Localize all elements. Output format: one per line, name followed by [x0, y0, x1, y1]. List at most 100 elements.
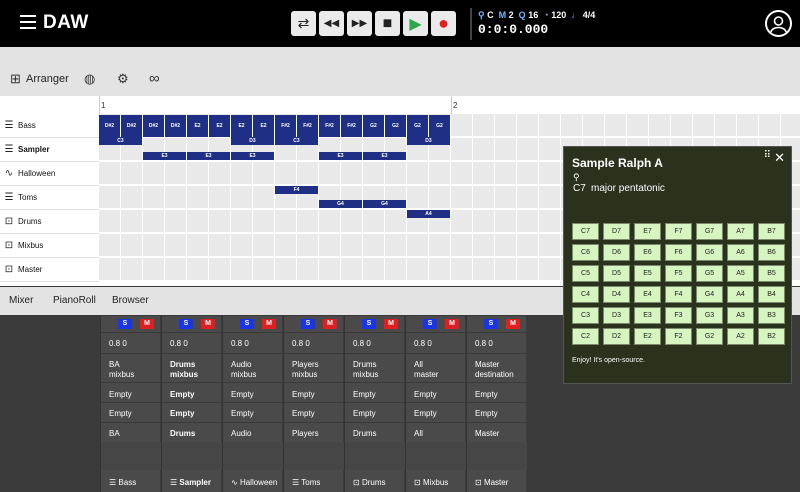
sample-pad[interactable]: A4 [727, 286, 754, 303]
mute-button[interactable]: M [201, 319, 215, 329]
route-label[interactable]: BA [109, 429, 120, 438]
grid-cell[interactable] [539, 114, 560, 136]
sample-pad[interactable]: B5 [758, 265, 785, 282]
grid-cell[interactable] [231, 162, 252, 184]
note-block[interactable]: E3 [187, 152, 230, 160]
sample-pad[interactable]: D7 [603, 223, 630, 240]
grid-cell[interactable] [363, 210, 384, 232]
sample-scale[interactable]: major pentatonic [591, 183, 665, 194]
grid-cell[interactable] [517, 210, 538, 232]
solo-button[interactable]: S [179, 319, 193, 329]
solo-button[interactable]: S [423, 319, 437, 329]
grid-cell[interactable] [517, 138, 538, 160]
grid-cell[interactable] [539, 258, 560, 280]
insert-slot[interactable]: Empty [109, 390, 132, 399]
grid-cell[interactable] [781, 114, 800, 136]
note-block[interactable]: E3 [363, 152, 406, 160]
send-label[interactable]: Master [475, 360, 499, 369]
grid-cell[interactable] [407, 186, 428, 208]
note-block[interactable]: A4 [407, 210, 450, 218]
grid-cell[interactable] [539, 186, 560, 208]
time-signature-value[interactable]: 4/4 [583, 10, 596, 20]
sample-pad[interactable]: G7 [696, 223, 723, 240]
tempo-value[interactable]: 120 [551, 10, 566, 20]
sample-pad[interactable]: C2 [572, 328, 599, 345]
tab-browser[interactable]: Browser [112, 295, 149, 306]
note-block[interactable]: E2 [209, 115, 230, 137]
strip-name[interactable]: ⊡ Master [475, 478, 508, 487]
grid-cell[interactable] [319, 258, 340, 280]
grid-cell[interactable] [363, 258, 384, 280]
strip-name[interactable]: ☰ Bass [109, 478, 136, 487]
insert-slot[interactable]: Empty [292, 409, 315, 418]
sample-pad[interactable]: B3 [758, 307, 785, 324]
grid-cell[interactable] [583, 114, 604, 136]
grid-cell[interactable] [209, 162, 230, 184]
grid-cell[interactable] [99, 234, 120, 256]
strip-name[interactable]: ⊡ Drums [353, 478, 386, 487]
grid-cell[interactable] [341, 162, 362, 184]
grid-cell[interactable] [341, 258, 362, 280]
grid-cell[interactable] [99, 186, 120, 208]
solo-button[interactable]: S [301, 319, 315, 329]
sample-pad[interactable]: C3 [572, 307, 599, 324]
grid-cell[interactable] [451, 138, 472, 160]
note-block[interactable]: F#2 [275, 115, 296, 137]
grid-cell[interactable] [495, 162, 516, 184]
grid-cell[interactable] [253, 210, 274, 232]
grid-cell[interactable] [253, 234, 274, 256]
sample-pad[interactable]: D2 [603, 328, 630, 345]
note-block[interactable]: F4 [275, 186, 318, 194]
key-value[interactable]: C [487, 10, 494, 20]
note-block[interactable]: G4 [363, 200, 406, 208]
grid-cell[interactable] [209, 186, 230, 208]
note-block[interactable]: C3 [99, 137, 142, 145]
sample-pad[interactable]: D3 [603, 307, 630, 324]
grid-cell[interactable] [209, 210, 230, 232]
sample-pad[interactable]: B4 [758, 286, 785, 303]
send-label[interactable]: Players [292, 360, 319, 369]
note-block[interactable]: F#2 [319, 115, 340, 137]
grid-cell[interactable] [231, 186, 252, 208]
insert-slot[interactable]: Empty [414, 409, 437, 418]
sample-pad[interactable]: E3 [634, 307, 661, 324]
send-label[interactable]: All [414, 360, 423, 369]
mute-button[interactable]: M [140, 319, 154, 329]
grid-cell[interactable] [297, 258, 318, 280]
settings-icon[interactable]: ⚙ [117, 71, 129, 87]
grid-cell[interactable] [121, 186, 142, 208]
grid-cell[interactable] [187, 258, 208, 280]
note-block[interactable]: E2 [187, 115, 208, 137]
insert-slot[interactable]: Empty [292, 390, 315, 399]
note-block[interactable]: C3 [275, 137, 318, 145]
grid-cell[interactable] [275, 234, 296, 256]
menu-icon[interactable] [20, 15, 36, 29]
track-mixbus[interactable]: ⊡ Mixbus [0, 234, 100, 258]
grid-cell[interactable] [605, 114, 626, 136]
note-block[interactable]: D3 [231, 137, 274, 145]
grid-cell[interactable] [143, 186, 164, 208]
sample-pad[interactable]: B2 [758, 328, 785, 345]
note-block[interactable]: E3 [319, 152, 362, 160]
grid-cell[interactable] [495, 138, 516, 160]
sample-pad[interactable]: C7 [572, 223, 599, 240]
grid-cell[interactable] [165, 186, 186, 208]
quantize-value[interactable]: 16 [528, 10, 538, 20]
sample-pad[interactable]: B6 [758, 244, 785, 261]
sample-pad[interactable]: E2 [634, 328, 661, 345]
track-bass[interactable]: ☰ Bass [0, 114, 100, 138]
grid-cell[interactable] [143, 162, 164, 184]
grid-cell[interactable] [539, 234, 560, 256]
grid-cell[interactable] [319, 162, 340, 184]
sample-pad[interactable]: G3 [696, 307, 723, 324]
grid-cell[interactable] [297, 210, 318, 232]
insert-slot[interactable]: Empty [353, 409, 376, 418]
grid-cell[interactable] [231, 234, 252, 256]
note-block[interactable]: G2 [407, 115, 428, 137]
insert-slot[interactable]: Empty [353, 390, 376, 399]
sample-pad[interactable]: F3 [665, 307, 692, 324]
sample-pad[interactable]: A2 [727, 328, 754, 345]
grid-cell[interactable] [473, 234, 494, 256]
solo-button[interactable]: S [118, 319, 132, 329]
grid-cell[interactable] [473, 114, 494, 136]
